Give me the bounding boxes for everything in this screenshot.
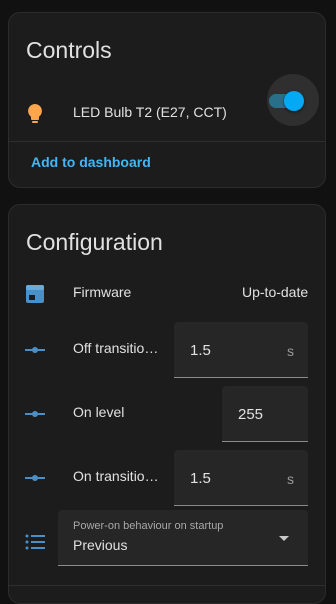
configuration-divider [9,585,325,586]
list-icon [23,530,47,554]
controls-title: Controls [26,37,112,63]
light-toggle-thumb[interactable] [284,91,304,111]
firmware-row[interactable]: Firmware Up-to-date [9,266,325,322]
lightbulb-icon [23,102,47,126]
on-transition-unit: s [287,471,294,487]
on-transition-value: 1.5 [190,470,211,487]
on-level-input[interactable]: 255 [222,386,308,442]
controls-divider [9,141,325,142]
slider-icon [23,466,47,490]
configuration-title: Configuration [26,229,163,255]
firmware-label: Firmware [73,284,132,300]
add-to-dashboard-button[interactable]: Add to dashboard [31,154,151,170]
off-transition-input[interactable]: 1.5 s [174,322,308,378]
power-on-behaviour-label: Power-on behaviour on startup [73,520,224,532]
slider-icon [23,402,47,426]
off-transition-value: 1.5 [190,342,211,359]
off-transition-label: Off transitio… [73,340,159,356]
on-transition-input[interactable]: 1.5 s [174,450,308,506]
on-transition-label: On transitio… [73,468,159,484]
entity-label: LED Bulb T2 (E27, CCT) [73,104,227,120]
off-transition-unit: s [287,343,294,359]
controls-card: Controls LED Bulb T2 (E27, CCT) Add to d… [8,12,326,188]
power-on-behaviour-select[interactable]: Power-on behaviour on startup Previous [58,510,308,566]
on-level-label: On level [73,404,125,420]
firmware-value: Up-to-date [242,284,309,300]
slider-icon [23,338,47,362]
chevron-down-icon [279,536,289,541]
configuration-card: Configuration Firmware Up-to-date Off tr… [8,204,326,604]
power-on-behaviour-value: Previous [73,537,128,553]
on-level-value: 255 [238,406,264,423]
package-icon [23,282,47,306]
